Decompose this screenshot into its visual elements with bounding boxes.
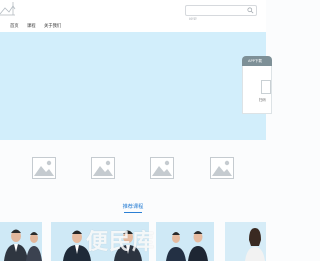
logo-image-icon[interactable] [0,2,16,16]
image-placeholder-icon[interactable] [91,157,115,179]
title-underline [124,212,142,213]
image-placeholder-icon[interactable] [210,157,234,179]
course-card[interactable] [225,222,266,261]
app-download-body: 扫码 [242,66,272,114]
course-card[interactable] [0,222,42,261]
app-download-panel: APP下载 扫码 [242,56,272,114]
nav-item-about[interactable]: 关于我们 [44,23,61,29]
category-grid [0,140,266,198]
image-placeholder-icon[interactable] [32,157,56,179]
instructor-photo [156,222,214,261]
nav-item-home[interactable]: 首页 [10,23,19,29]
search-box [185,5,257,24]
search-icon[interactable] [247,7,254,14]
app-download-title[interactable]: APP下载 [242,56,272,66]
instructor-photo [225,222,266,261]
nav-item-courses[interactable]: 课程 [27,23,36,29]
watermark-text: 便民库 [86,230,156,255]
recommended-courses-title: 推荐课程 [122,204,144,210]
app-download-hint: 扫码 [259,98,266,102]
qr-code-image-icon [261,80,271,94]
course-card[interactable] [156,222,214,261]
main-nav: 首页 课程 关于我们 [0,20,266,32]
image-placeholder-icon[interactable] [150,157,174,179]
instructor-photo [0,222,42,261]
hero-banner[interactable] [0,32,266,150]
header [0,0,266,24]
